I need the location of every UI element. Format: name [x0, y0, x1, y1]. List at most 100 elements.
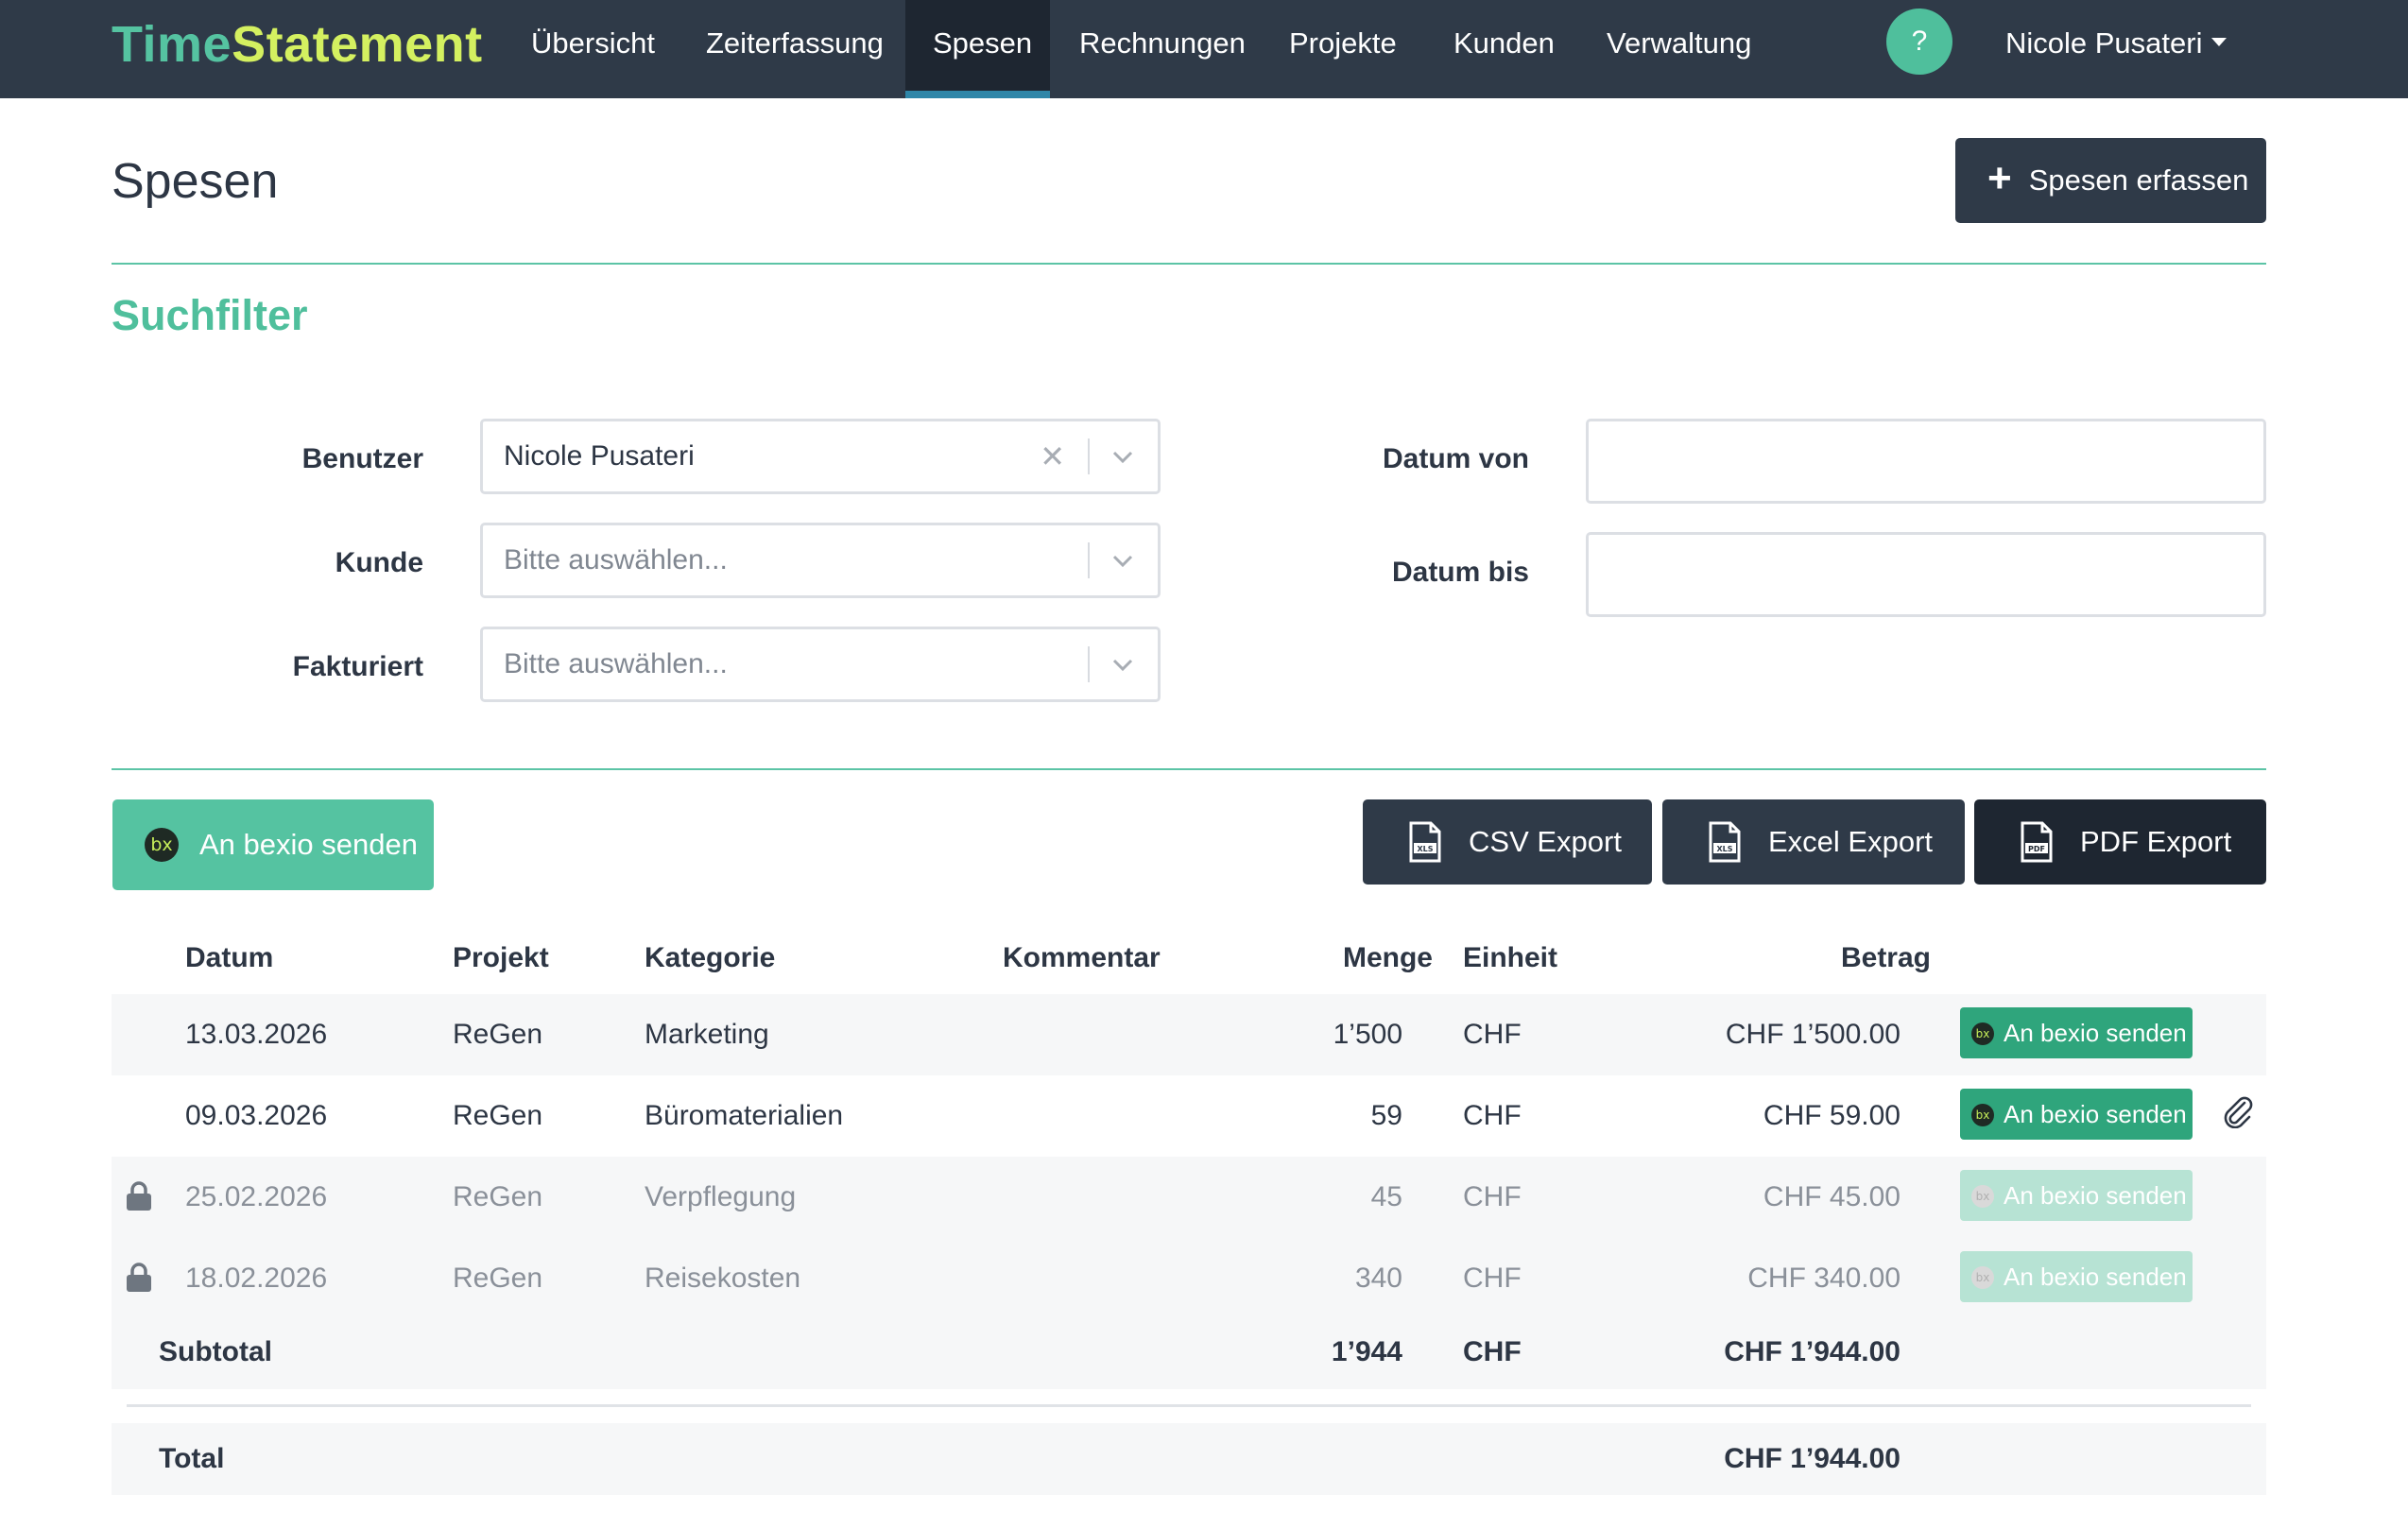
- column-header-unit[interactable]: Einheit: [1463, 937, 1557, 979]
- header-divider: [112, 263, 2266, 265]
- pdf-export-label: PDF Export: [2080, 825, 2232, 858]
- table-row[interactable]: 09.03.2026 ReGen Büromaterialien 59 CHF …: [112, 1075, 2266, 1157]
- row-project: ReGen: [453, 1100, 543, 1131]
- row-date: 25.02.2026: [185, 1181, 328, 1212]
- nav-item-uebersicht[interactable]: Übersicht: [504, 0, 682, 98]
- lock-icon: [127, 1181, 151, 1211]
- send-to-bexio-label: An bexio senden: [199, 828, 418, 861]
- chevron-down-icon[interactable]: [1109, 546, 1137, 575]
- subtotal-quantity: 1’944: [1331, 1336, 1402, 1367]
- total-divider: [127, 1404, 2251, 1407]
- xls-file-icon: XLS: [1709, 821, 1741, 863]
- caret-down-icon: [2211, 38, 2227, 47]
- xls-file-tag: XLS: [1417, 845, 1433, 853]
- invoiced-select-placeholder: Bitte auswählen...: [504, 648, 728, 679]
- nav-item-spesen[interactable]: Spesen: [905, 0, 1050, 98]
- date-to-input[interactable]: [1586, 532, 2266, 617]
- date-from-input[interactable]: [1586, 419, 2266, 504]
- bexio-icon: bx: [1971, 1104, 1994, 1126]
- clear-icon[interactable]: ✕: [1040, 421, 1065, 491]
- brand-logo[interactable]: TimeStatement: [112, 13, 483, 76]
- total-amount: CHF 1’944.00: [1724, 1443, 1901, 1474]
- row-send-to-bexio-label: An bexio senden: [2004, 1181, 2187, 1210]
- select-separator: [1088, 646, 1090, 682]
- table-row[interactable]: 25.02.2026 ReGen Verpflegung 45 CHF CHF …: [112, 1157, 2266, 1238]
- nav-item-rechnungen[interactable]: Rechnungen: [1052, 0, 1273, 98]
- row-unit: CHF: [1463, 1263, 1522, 1294]
- chevron-down-icon[interactable]: [1109, 650, 1137, 679]
- paperclip-icon[interactable]: [2219, 1092, 2255, 1128]
- total-label: Total: [159, 1443, 225, 1474]
- row-project: ReGen: [453, 1019, 543, 1050]
- table-row[interactable]: 13.03.2026 ReGen Marketing 1’500 CHF CHF…: [112, 994, 2266, 1075]
- row-unit: CHF: [1463, 1019, 1522, 1050]
- page-title: Spesen: [112, 154, 279, 209]
- csv-export-label: CSV Export: [1469, 825, 1622, 858]
- row-category: Reisekosten: [645, 1263, 801, 1294]
- row-date: 09.03.2026: [185, 1100, 328, 1131]
- send-to-bexio-button[interactable]: bx An bexio senden: [112, 799, 434, 890]
- add-expense-button[interactable]: + Spesen erfassen: [1955, 138, 2266, 223]
- column-header-category[interactable]: Kategorie: [645, 937, 775, 979]
- lock-icon: [127, 1263, 151, 1292]
- row-send-to-bexio-label: An bexio senden: [2004, 1100, 2187, 1128]
- xls-file-tag: XLS: [1716, 845, 1732, 853]
- row-quantity: 59: [1370, 1100, 1402, 1131]
- customer-select[interactable]: Bitte auswählen...: [480, 523, 1161, 598]
- row-amount: CHF 59.00: [1763, 1100, 1901, 1131]
- row-quantity: 1’500: [1333, 1019, 1402, 1050]
- subtotal-row: Subtotal 1’944 CHF CHF 1’944.00: [112, 1315, 2266, 1389]
- user-select-value: Nicole Pusateri: [504, 440, 695, 472]
- invoiced-select[interactable]: Bitte auswählen...: [480, 627, 1161, 702]
- row-project: ReGen: [453, 1263, 543, 1294]
- brand-logo-part1: Time: [112, 16, 232, 73]
- row-send-to-bexio-button[interactable]: bx An bexio senden: [1960, 1007, 2193, 1058]
- csv-export-button[interactable]: XLS CSV Export: [1363, 799, 1652, 885]
- filter-divider: [112, 768, 2266, 770]
- column-header-comment[interactable]: Kommentar: [1003, 937, 1161, 979]
- xls-file-icon: XLS: [1409, 821, 1441, 863]
- plus-icon: +: [1987, 154, 2012, 201]
- subtotal-amount: CHF 1’944.00: [1724, 1336, 1901, 1367]
- row-amount: CHF 1’500.00: [1725, 1019, 1901, 1050]
- nav-item-zeiterfassung[interactable]: Zeiterfassung: [679, 0, 911, 98]
- row-unit: CHF: [1463, 1100, 1522, 1131]
- bexio-icon: bx: [1971, 1266, 1994, 1289]
- user-menu[interactable]: Nicole Pusateri: [2005, 0, 2227, 87]
- row-category: Verpflegung: [645, 1181, 797, 1212]
- top-navbar: TimeStatement Übersicht Zeiterfassung Sp…: [0, 0, 2408, 98]
- user-select[interactable]: Nicole Pusateri ✕: [480, 419, 1161, 494]
- table-row[interactable]: 18.02.2026 ReGen Reisekosten 340 CHF CHF…: [112, 1238, 2266, 1319]
- pdf-file-tag: PDF: [2028, 845, 2045, 853]
- row-project: ReGen: [453, 1181, 543, 1212]
- pdf-export-button[interactable]: PDF PDF Export: [1974, 799, 2266, 885]
- add-expense-label: Spesen erfassen: [2028, 163, 2249, 197]
- customer-filter-label: Kunde: [335, 547, 423, 578]
- row-send-to-bexio-button[interactable]: bx An bexio senden: [1960, 1089, 2193, 1140]
- nav-item-projekte[interactable]: Projekte: [1262, 0, 1424, 98]
- row-quantity: 45: [1370, 1181, 1402, 1212]
- row-unit: CHF: [1463, 1181, 1522, 1212]
- nav-item-kunden[interactable]: Kunden: [1426, 0, 1582, 98]
- column-header-amount[interactable]: Betrag: [1841, 937, 1931, 979]
- invoiced-filter-label: Fakturiert: [292, 651, 423, 682]
- select-separator: [1088, 542, 1090, 578]
- chevron-down-icon[interactable]: [1109, 442, 1137, 471]
- brand-logo-part2: Statement: [232, 16, 483, 73]
- date-to-label: Datum bis: [1391, 557, 1529, 588]
- help-button[interactable]: ?: [1886, 9, 1952, 75]
- row-category: Marketing: [645, 1019, 769, 1050]
- customer-select-placeholder: Bitte auswählen...: [504, 544, 728, 576]
- user-menu-name: Nicole Pusateri: [2005, 26, 2203, 60]
- bexio-icon: bx: [145, 828, 179, 862]
- excel-export-label: Excel Export: [1768, 825, 1934, 858]
- row-send-to-bexio-button: bx An bexio senden: [1960, 1251, 2193, 1302]
- column-header-quantity[interactable]: Menge: [1343, 937, 1433, 979]
- column-header-project[interactable]: Projekt: [453, 937, 549, 979]
- total-row: Total CHF 1’944.00: [112, 1423, 2266, 1495]
- nav-item-verwaltung[interactable]: Verwaltung: [1579, 0, 1779, 98]
- excel-export-button[interactable]: XLS Excel Export: [1662, 799, 1965, 885]
- filter-title: Suchfilter: [112, 291, 308, 339]
- row-date: 13.03.2026: [185, 1019, 328, 1050]
- column-header-date[interactable]: Datum: [185, 937, 273, 979]
